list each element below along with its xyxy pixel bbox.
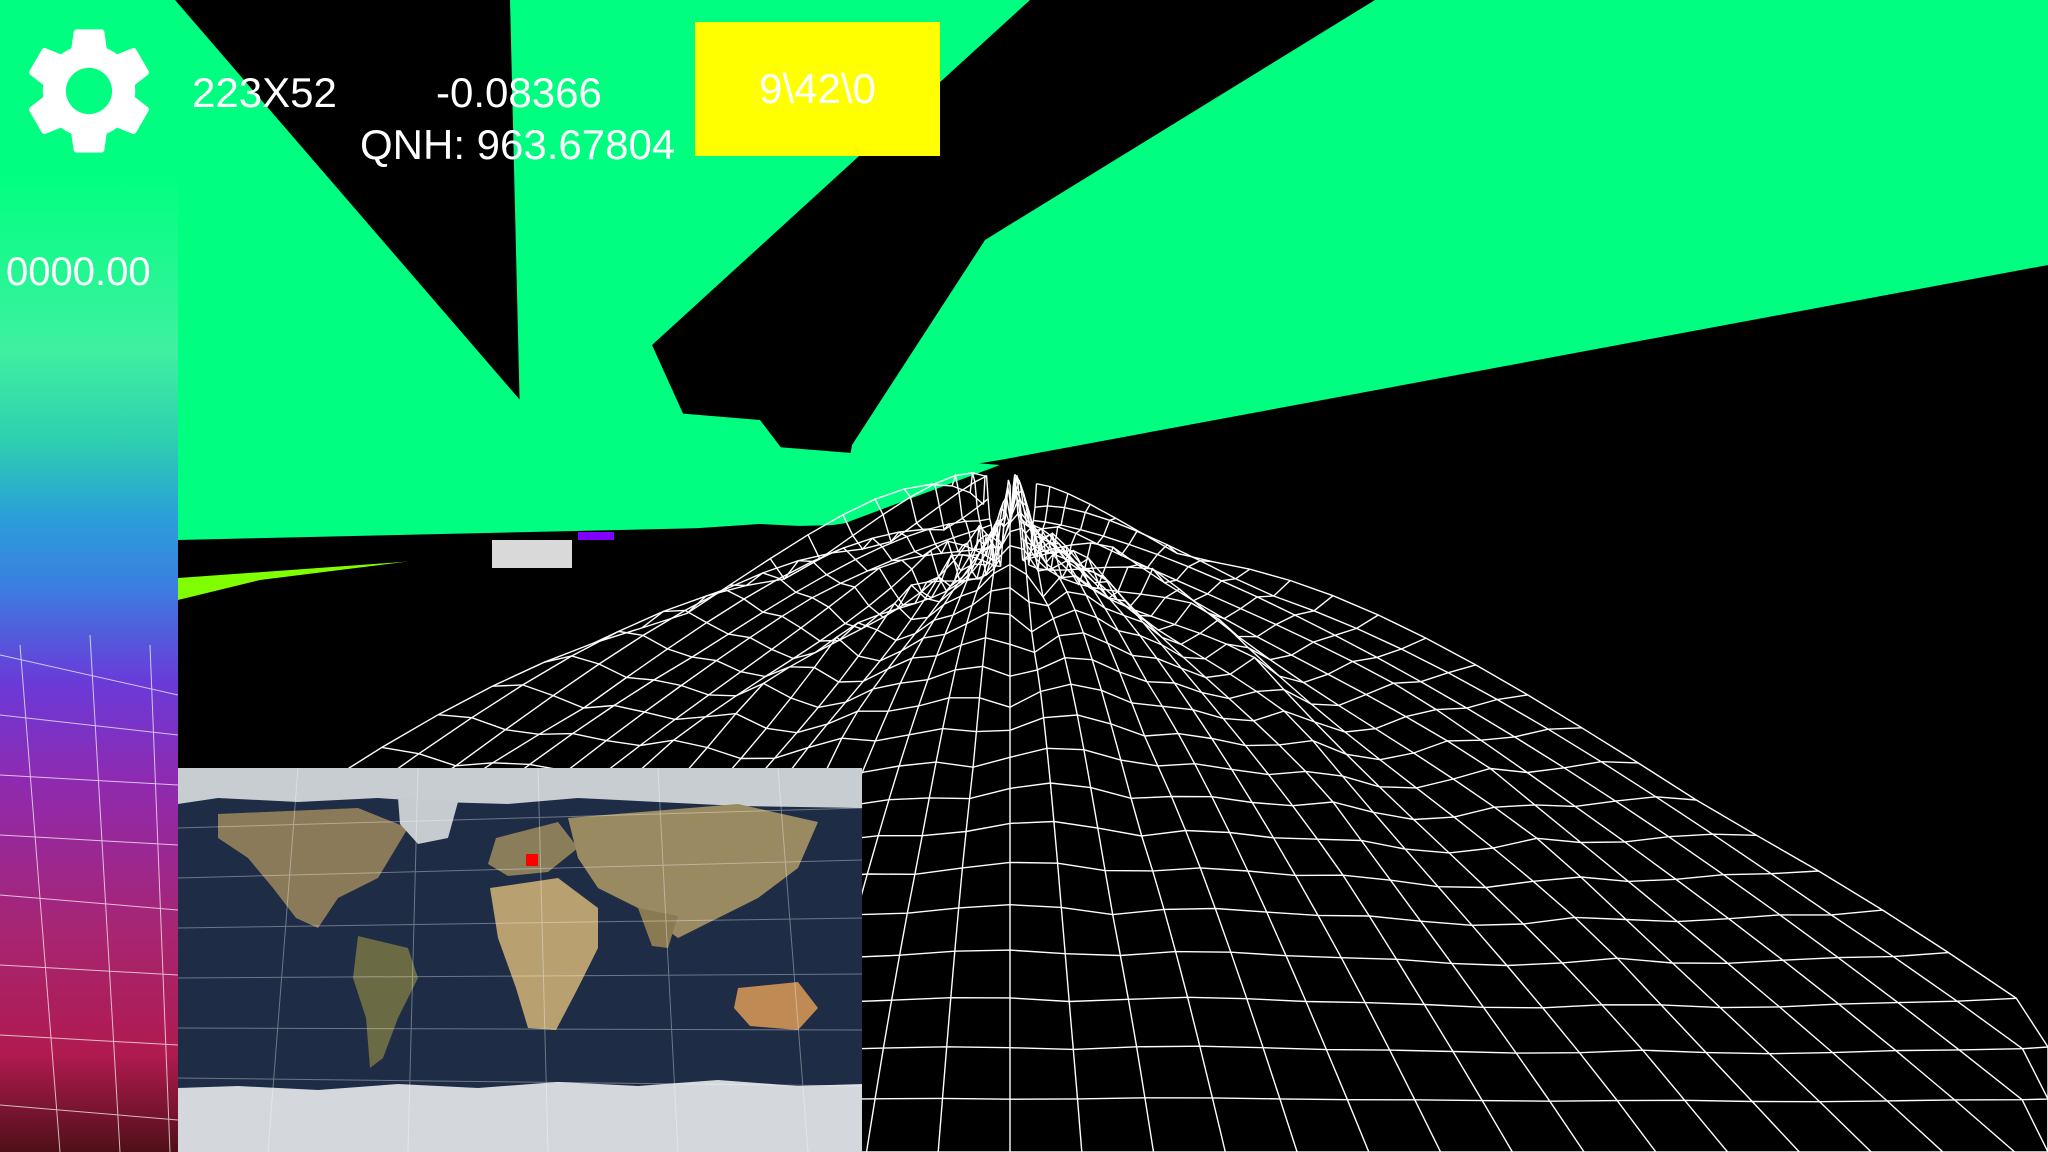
settings-button[interactable] xyxy=(12,14,166,168)
altitude-readout: 0000.00 xyxy=(6,250,151,294)
qnh-readout: QNH: 963.67804 xyxy=(360,124,675,166)
altitude-tape xyxy=(0,175,178,1152)
world-map-graphic xyxy=(178,768,862,1152)
qnh-label: QNH: xyxy=(360,121,465,168)
position-marker xyxy=(526,854,538,866)
gear-icon xyxy=(29,29,149,153)
altitude-tape-graphic xyxy=(0,175,178,1152)
world-minimap[interactable] xyxy=(178,768,862,1152)
horizon-block xyxy=(492,540,572,568)
antarctic-ice xyxy=(178,1080,862,1152)
time-display: 9\42\0 xyxy=(695,22,940,156)
grid-size-readout: 223X52 xyxy=(192,69,337,116)
altitude-tape-bg xyxy=(0,175,178,1152)
time-value: 9\42\0 xyxy=(759,65,876,112)
vertical-speed-readout: -0.08366 xyxy=(436,69,602,116)
horizon-marker xyxy=(578,532,614,540)
qnh-value: 963.67804 xyxy=(476,121,676,168)
